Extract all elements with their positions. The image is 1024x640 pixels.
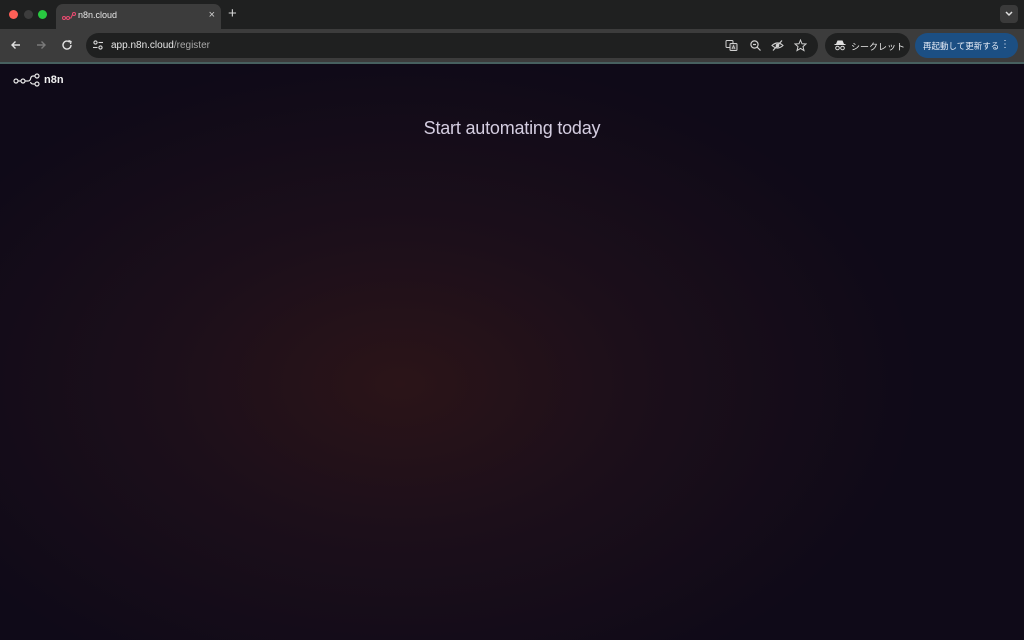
browser-tab-n8n[interactable]: n8n.cloud × xyxy=(56,4,221,29)
window-zoom-button[interactable] xyxy=(38,10,47,19)
n8n-logo-icon xyxy=(13,73,40,87)
window-close-button[interactable] xyxy=(9,10,18,19)
browser-toolbar: app.n8n.cloud/register シークレット 再起動して更新する … xyxy=(0,29,1024,62)
back-arrow-icon[interactable] xyxy=(9,38,23,52)
url-path: /register xyxy=(173,40,210,51)
chevron-down-icon xyxy=(1005,11,1013,17)
tab-close-icon[interactable]: × xyxy=(209,8,215,22)
new-tab-button[interactable]: + xyxy=(228,5,237,23)
zoom-icon[interactable] xyxy=(749,39,762,52)
logo-text: n8n xyxy=(44,74,64,86)
browser-tab-strip: n8n.cloud × + xyxy=(0,0,1024,29)
reload-icon[interactable] xyxy=(60,38,74,52)
eye-off-icon[interactable] xyxy=(771,39,784,52)
incognito-label: シークレット xyxy=(851,42,906,52)
url-text[interactable]: app.n8n.cloud/register xyxy=(111,40,210,51)
url-host: app.n8n.cloud xyxy=(111,40,174,51)
address-bar[interactable]: app.n8n.cloud/register xyxy=(86,33,818,58)
forward-arrow-icon[interactable] xyxy=(34,38,48,52)
tab-search-button[interactable] xyxy=(1000,5,1018,23)
incognito-indicator[interactable]: シークレット xyxy=(825,33,910,58)
site-info-icon[interactable] xyxy=(92,39,104,51)
page-title: Start automating today xyxy=(423,118,601,138)
n8n-favicon-icon xyxy=(62,10,76,22)
tab-title: n8n.cloud xyxy=(78,10,118,20)
more-menu-icon[interactable]: ⋮ xyxy=(1000,39,1010,51)
bookmark-star-icon[interactable] xyxy=(794,39,807,52)
window-minimize-button[interactable] xyxy=(24,10,33,19)
incognito-icon xyxy=(834,40,846,51)
translate-icon[interactable] xyxy=(725,39,738,52)
register-page: n8n Start automating today xyxy=(0,64,1024,640)
relaunch-update-button[interactable]: 再起動して更新する ⋮ xyxy=(915,33,1018,58)
update-label: 再起動して更新する xyxy=(923,41,1000,51)
